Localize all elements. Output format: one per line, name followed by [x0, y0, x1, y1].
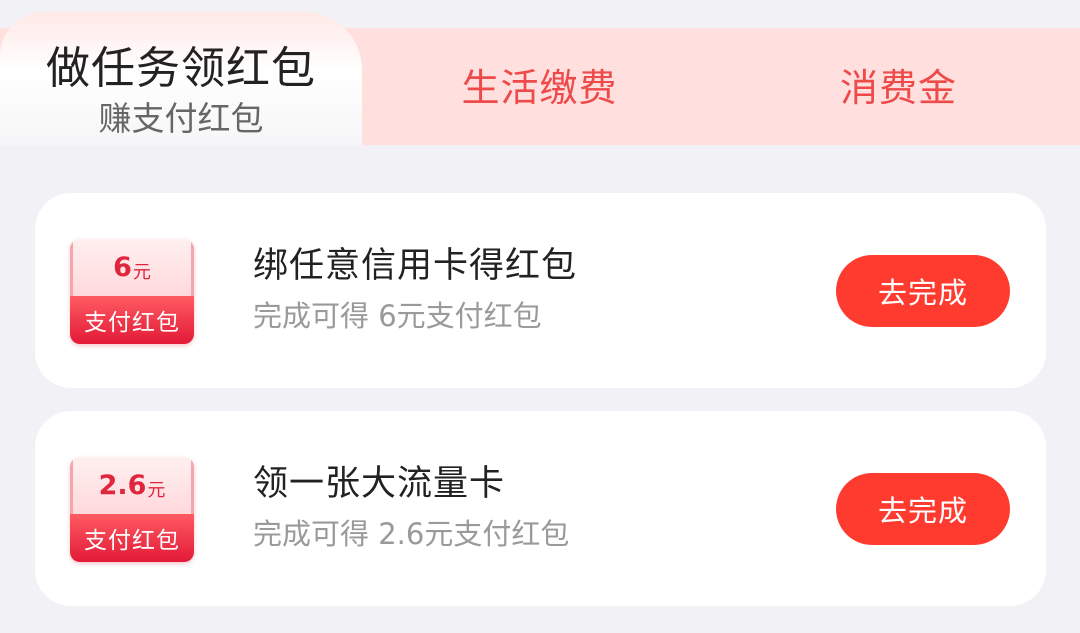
tab-do-tasks[interactable]: 做任务领红包 赚支付红包: [0, 12, 362, 145]
badge-label: 支付红包: [84, 310, 180, 336]
tab-utility-bills[interactable]: 生活缴费: [362, 28, 717, 145]
badge-amount-area: 2.6 元: [70, 457, 194, 514]
red-packet-badge: 6 元 支付红包: [70, 239, 194, 344]
tab-utility-bills-label: 生活缴费: [461, 66, 618, 110]
red-packet-badge: 2.6 元 支付红包: [70, 457, 194, 562]
badge-label-area: 支付红包: [70, 514, 194, 562]
tab-do-tasks-subtitle: 赚支付红包: [98, 99, 264, 138]
go-complete-button-label: 去完成: [877, 276, 968, 310]
go-complete-button[interactable]: 去完成: [836, 473, 1010, 545]
task-card: 6 元 支付红包 绑任意信用卡得红包 完成可得 6元支付红包 去完成: [35, 193, 1046, 388]
task-title: 领一张大流量卡: [253, 464, 506, 504]
task-title: 绑任意信用卡得红包: [253, 246, 578, 286]
badge-amount: 6: [113, 252, 132, 283]
badge-unit: 元: [147, 479, 166, 501]
tab-consumption-gold-label: 消费金: [839, 66, 957, 110]
badge-amount: 2.6: [98, 470, 147, 501]
task-description: 完成可得 2.6元支付红包: [253, 517, 570, 551]
badge-unit: 元: [132, 261, 151, 283]
tab-bar: 做任务领红包 赚支付红包 生活缴费 消费金: [0, 0, 1080, 145]
badge-label-area: 支付红包: [70, 296, 194, 344]
tab-consumption-gold[interactable]: 消费金: [717, 28, 1080, 145]
badge-label: 支付红包: [84, 528, 180, 554]
task-card: 2.6 元 支付红包 领一张大流量卡 完成可得 2.6元支付红包 去完成: [35, 411, 1046, 606]
go-complete-button[interactable]: 去完成: [836, 255, 1010, 327]
task-description: 完成可得 6元支付红包: [253, 299, 542, 333]
badge-amount-area: 6 元: [70, 239, 194, 296]
go-complete-button-label: 去完成: [877, 494, 968, 528]
tab-do-tasks-title: 做任务领红包: [46, 43, 316, 94]
